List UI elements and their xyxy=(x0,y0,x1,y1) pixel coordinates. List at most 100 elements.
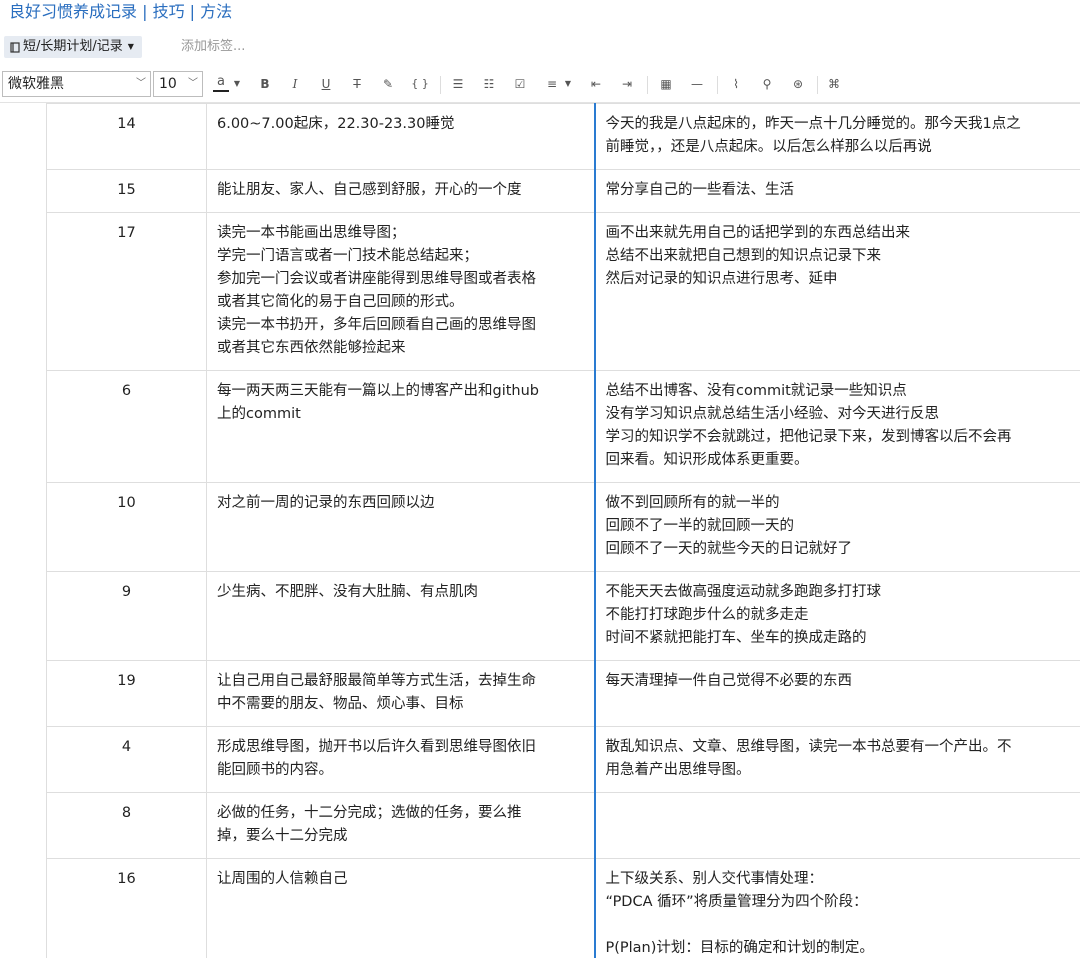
cell-line: 今天的我是八点起床的，昨天一点十几分睡觉的。那今天我1点之 xyxy=(605,116,1021,132)
method-cell[interactable] xyxy=(593,792,1080,859)
table-row: 16 让周围的人信赖自己 上下级关系、别人交代事情处理： “PDCA 循环”将质量管理… xyxy=(46,858,1080,958)
font-family-value: 微软雅黑 xyxy=(8,76,64,92)
cell-line: 总结不出博客、没有commit就记录一些知识点 xyxy=(605,383,907,399)
caret-down-icon[interactable]: ▼ xyxy=(562,74,574,94)
cell-line: 画不出来就先用自己的话把学到的东西总结出来 xyxy=(605,225,911,241)
link-icon[interactable]: ⚲ xyxy=(757,74,777,94)
cell-line: 回顾不了一半的就回顾一天的 xyxy=(605,518,795,534)
cell-line: 用急着产出思维导图。 xyxy=(605,762,751,778)
priority-cell[interactable]: 10 xyxy=(46,482,207,572)
table-row: 9 少生病、不肥胖、没有大肚腩、有点肌肉 不能天天去做高强度运动就多跑跑多打打球 不能… xyxy=(46,571,1080,661)
cell-line: 学完一门语言或者一门技术能总结起来； xyxy=(217,248,478,264)
method-cell[interactable]: 上下级关系、别人交代事情处理： “PDCA 循环”将质量管理分为四个阶段： P(Pl… xyxy=(593,858,1080,958)
cell-line: 少生病、不肥胖、没有大肚腩、有点肌肉 xyxy=(217,584,478,600)
note-body[interactable]: 14 6.00~7.00起床，22.30-23.30睡觉 今天的我是八点起床的，昨天… xyxy=(0,103,1080,958)
indent-icon[interactable]: ⇥ xyxy=(617,74,637,94)
note-title[interactable]: 良好习惯养成记录 | 技巧 | 方法 xyxy=(9,0,232,26)
cell-line: 或者其它简化的易于自己回顾的形式。 xyxy=(217,294,464,310)
priority-cell[interactable]: 9 xyxy=(46,571,207,661)
strikethrough-icon[interactable]: T xyxy=(347,74,367,94)
cell-line: 不能天天去做高强度运动就多跑跑多打打球 xyxy=(605,584,882,600)
cell-line: 回顾不了一天的就些今天的日记就好了 xyxy=(605,541,853,557)
command-icon[interactable]: ⌘ xyxy=(824,74,844,94)
goal-cell[interactable]: 读完一本书能画出思维导图； 学完一门语言或者一门技术能总结起来； 参加完一门会议或者… xyxy=(206,212,595,371)
method-cell[interactable]: 每天清理掉一件自己觉得不必要的东西 xyxy=(593,660,1080,727)
cell-line: 没有学习知识点就总结生活小经验、对今天进行反思 xyxy=(605,406,940,422)
priority-cell[interactable]: 19 xyxy=(46,660,207,727)
goal-cell[interactable]: 能让朋友、家人、自己感到舒服，开心的一个度 xyxy=(206,169,595,213)
cell-line: 不能打打球跑步什么的就多走走 xyxy=(605,607,809,623)
checkbox-icon[interactable]: ☑ xyxy=(510,74,530,94)
habit-table: 14 6.00~7.00起床，22.30-23.30睡觉 今天的我是八点起床的，昨天… xyxy=(46,103,1080,958)
horizontal-rule-icon[interactable]: — xyxy=(687,74,707,94)
priority-cell[interactable]: 17 xyxy=(46,212,207,371)
cell-line: 形成思维导图，抛开书以后许久看到思维导图依旧 xyxy=(217,739,536,755)
priority-cell[interactable]: 8 xyxy=(46,792,207,859)
method-cell[interactable]: 今天的我是八点起床的，昨天一点十几分睡觉的。那今天我1点之 前睡觉，，还是八点起床… xyxy=(593,103,1080,170)
toolbar-divider xyxy=(717,76,718,94)
method-cell[interactable]: 散乱知识点、文章、思维导图，读完一本书总要有一个产出。不 用急着产出思维导图。 xyxy=(593,726,1080,793)
chevron-down-icon: ﹀ xyxy=(188,78,198,89)
priority-cell[interactable]: 15 xyxy=(46,169,207,213)
cell-line: 每天清理掉一件自己觉得不必要的东西 xyxy=(605,673,853,689)
goal-cell[interactable]: 6.00~7.00起床，22.30-23.30睡觉 xyxy=(206,103,595,170)
method-cell[interactable]: 做不到回顾所有的就一半的 回顾不了一半的就回顾一天的 回顾不了一天的就些今天的日记就… xyxy=(593,482,1080,572)
toolbar-divider xyxy=(440,76,441,94)
bold-icon[interactable]: B xyxy=(255,74,275,94)
caret-down-icon[interactable]: ▼ xyxy=(231,74,243,94)
highlight-icon[interactable]: ✎ xyxy=(378,74,398,94)
cell-line: 让自己用自己最舒服最简单等方式生活，去掉生命 xyxy=(217,673,536,689)
font-size-select[interactable]: 10 ﹀ xyxy=(153,71,203,97)
cell-line: 总结不出来就把自己想到的知识点记录下来 xyxy=(605,248,882,264)
priority-cell[interactable]: 16 xyxy=(46,858,207,958)
table-row: 6 每一两天两三天能有一篇以上的博客产出和github 上的commit 总结不出博客… xyxy=(46,370,1080,483)
method-cell[interactable]: 常分享自己的一些看法、生活 xyxy=(593,169,1080,213)
goal-cell[interactable]: 必做的任务，十二分完成；选做的任务，要么推 掉，要么十二分完成 xyxy=(206,792,595,859)
priority-cell[interactable]: 4 xyxy=(46,726,207,793)
goal-cell[interactable]: 让周围的人信赖自己 xyxy=(206,858,595,958)
goal-cell[interactable]: 形成思维导图，抛开书以后许久看到思维导图依旧 能回顾书的内容。 xyxy=(206,726,595,793)
code-icon[interactable]: { } xyxy=(410,74,430,94)
cell-line: 对之前一周的记录的东西回顾以边 xyxy=(217,495,435,511)
cell-line: 散乱知识点、文章、思维导图，读完一本书总要有一个产出。不 xyxy=(605,739,1012,755)
bullet-list-icon[interactable]: ☰ xyxy=(448,74,468,94)
cell-line: 读完一本书扔开，多年后回顾看自己画的思维导图 xyxy=(217,317,536,333)
tag-bar: 短/长期计划/记录 ▼ 添加标签... xyxy=(0,34,1080,60)
attachment-icon[interactable]: ⌇ xyxy=(726,74,746,94)
goal-cell[interactable]: 少生病、不肥胖、没有大肚腩、有点肌肉 xyxy=(206,571,595,661)
globe-icon[interactable]: ⊛ xyxy=(788,74,808,94)
cell-line: 上的commit xyxy=(217,406,301,422)
underline-icon[interactable]: U xyxy=(316,74,336,94)
cell-line: 然后对记录的知识点进行思考、延申 xyxy=(605,271,838,287)
cell-line: 读完一本书能画出思维导图； xyxy=(217,225,406,241)
cell-line: 能回顾书的内容。 xyxy=(217,762,333,778)
chevron-down-icon: ﹀ xyxy=(136,78,146,89)
goal-cell[interactable]: 让自己用自己最舒服最简单等方式生活，去掉生命 中不需要的朋友、物品、烦心事、目标 xyxy=(206,660,595,727)
table-row: 15 能让朋友、家人、自己感到舒服，开心的一个度 常分享自己的一些看法、生活 xyxy=(46,169,1080,213)
italic-icon[interactable]: I xyxy=(285,74,305,94)
toolbar-divider xyxy=(817,76,818,94)
method-cell[interactable]: 画不出来就先用自己的话把学到的东西总结出来 总结不出来就把自己想到的知识点记录下来… xyxy=(593,212,1080,371)
table-icon[interactable]: ▦ xyxy=(656,74,676,94)
add-tag-input[interactable]: 添加标签... xyxy=(181,36,245,58)
outdent-icon[interactable]: ⇤ xyxy=(586,74,606,94)
font-family-select[interactable]: 微软雅黑 ﹀ xyxy=(2,71,151,97)
cell-line: 每一两天两三天能有一篇以上的博客产出和github xyxy=(217,383,540,399)
cell-line xyxy=(606,802,1077,825)
cell-line: 前睡觉，，还是八点起床。以后怎么样那么以后再说 xyxy=(605,139,932,155)
text-color-icon[interactable]: a xyxy=(211,74,231,94)
table-row: 14 6.00~7.00起床，22.30-23.30睡觉 今天的我是八点起床的，昨天… xyxy=(46,103,1080,170)
cell-line: 能让朋友、家人、自己感到舒服，开心的一个度 xyxy=(217,182,522,198)
priority-cell[interactable]: 14 xyxy=(46,103,207,170)
goal-cell[interactable]: 对之前一周的记录的东西回顾以边 xyxy=(206,482,595,572)
goal-cell[interactable]: 每一两天两三天能有一篇以上的博客产出和github 上的commit xyxy=(206,370,595,483)
table-row: 19 让自己用自己最舒服最简单等方式生活，去掉生命 中不需要的朋友、物品、烦心事、目… xyxy=(46,660,1080,727)
cell-line: 上下级关系、别人交代事情处理： xyxy=(605,871,824,887)
method-cell[interactable]: 总结不出博客、没有commit就记录一些知识点没有学习知识点就总结生活小经验、对… xyxy=(593,370,1080,483)
notebook-selector[interactable]: 短/长期计划/记录 ▼ xyxy=(4,36,142,58)
priority-cell[interactable]: 6 xyxy=(46,370,207,483)
align-icon[interactable]: ≡ xyxy=(542,74,562,94)
cell-line: 让周围的人信赖自己 xyxy=(217,871,348,887)
method-cell[interactable]: 不能天天去做高强度运动就多跑跑多打打球 不能打打球跑步什么的就多走走 时间不紧就把能… xyxy=(593,571,1080,661)
numbered-list-icon[interactable]: ☷ xyxy=(479,74,499,94)
